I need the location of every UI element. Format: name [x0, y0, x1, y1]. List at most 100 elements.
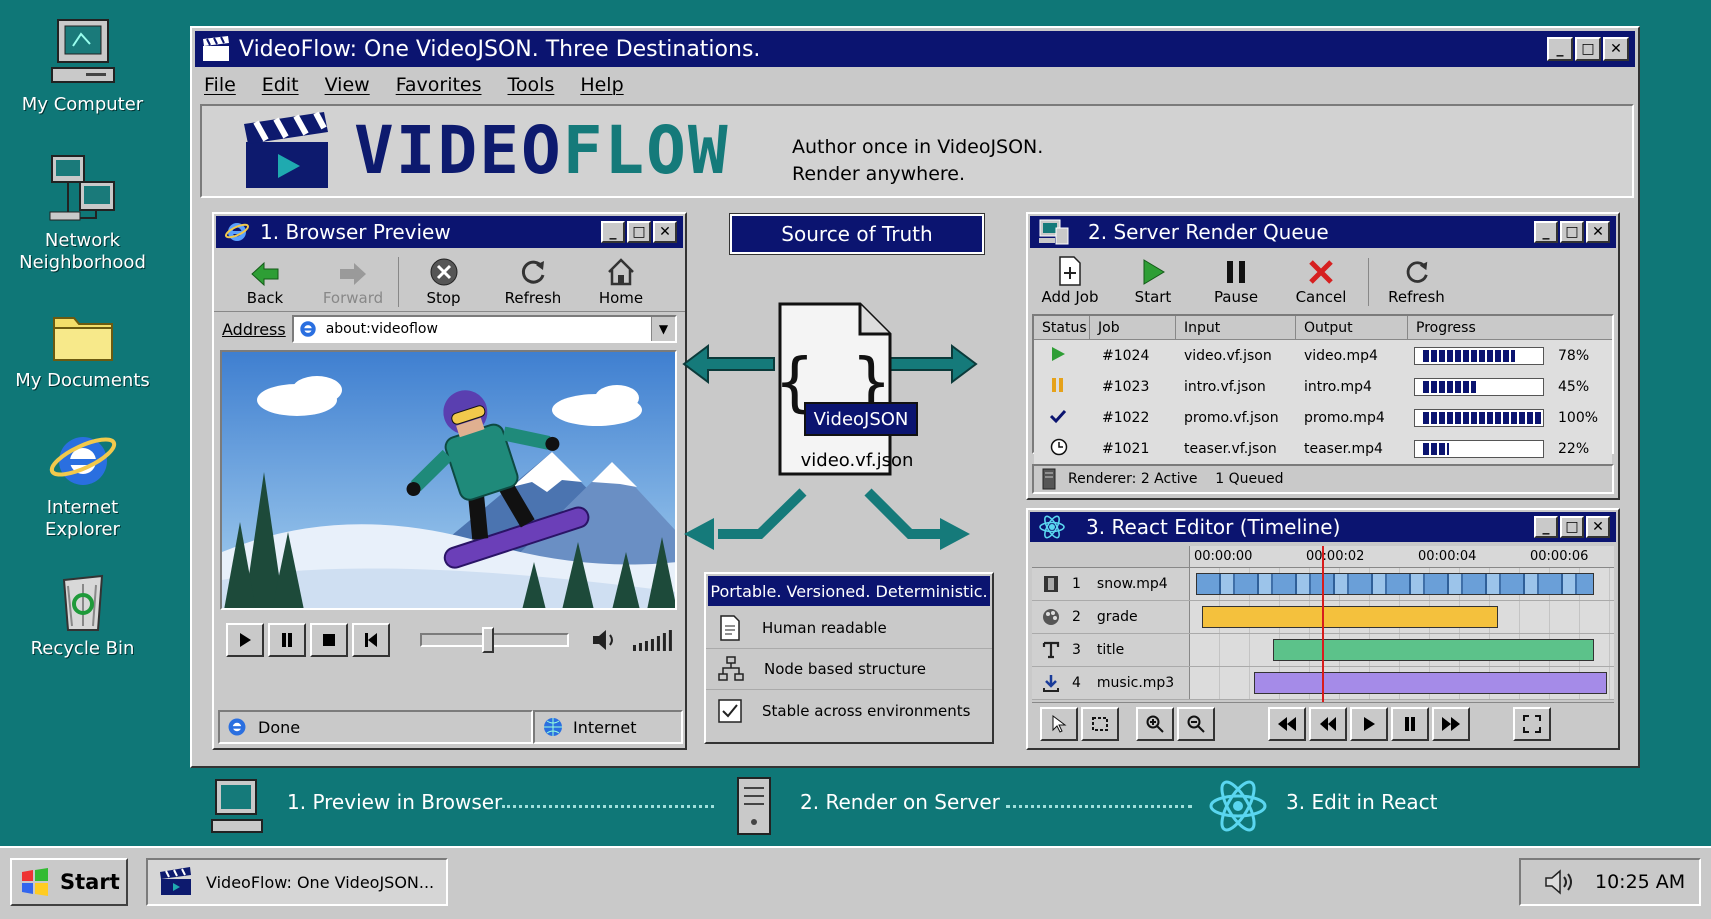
arrow-down-right-icon: [864, 488, 970, 550]
add-job-button[interactable]: Add Job: [1032, 256, 1108, 306]
close-button[interactable]: ✕: [1586, 221, 1610, 243]
timeline-clip[interactable]: [1202, 606, 1498, 628]
status-waiting-clock-icon: [1050, 438, 1068, 455]
rewind-icon: [1278, 716, 1296, 731]
editor-titlebar[interactable]: 3. React Editor (Timeline) _ □ ✕: [1030, 512, 1616, 542]
status-right: Internet: [533, 710, 683, 744]
fullscreen-button[interactable]: [1513, 706, 1551, 741]
refresh-icon: [521, 260, 545, 284]
play-icon: [239, 633, 251, 647]
desktop-icon-my-computer[interactable]: My Computer: [10, 16, 155, 116]
pause-button[interactable]: [267, 623, 306, 657]
pause-job-button[interactable]: Pause: [1198, 258, 1274, 306]
desktop-icon-internet-explorer[interactable]: Internet Explorer: [10, 425, 155, 541]
start-button[interactable]: Start: [10, 858, 128, 906]
clock[interactable]: 10:25 AM: [1595, 871, 1685, 893]
menu-edit[interactable]: Edit: [262, 74, 299, 96]
timeline-pause-button[interactable]: [1391, 706, 1429, 741]
marquee-tool-button[interactable]: [1081, 706, 1119, 741]
forward-button[interactable]: Forward: [308, 261, 398, 307]
maximize-button[interactable]: □: [1575, 37, 1601, 61]
step-back-button[interactable]: [1309, 706, 1347, 741]
track-label: 1 snow.mp4: [1032, 568, 1190, 600]
select-tool-button[interactable]: [1040, 706, 1078, 741]
clapperboard-logo-icon: [244, 111, 328, 188]
menu-favorites[interactable]: Favorites: [396, 74, 482, 96]
address-dropdown-button[interactable]: ▼: [651, 317, 675, 341]
taskbar-task-videoflow[interactable]: VideoFlow: One VideoJSON...: [146, 858, 448, 906]
fullscreen-icon: [1523, 714, 1541, 733]
progress-fill: [1423, 411, 1541, 424]
server-computer-icon: [1039, 219, 1069, 245]
minimize-button[interactable]: _: [1547, 37, 1573, 61]
start-job-button[interactable]: Start: [1108, 258, 1198, 306]
address-input[interactable]: about:videoflow ▼: [291, 315, 677, 343]
back-button[interactable]: Back: [222, 261, 308, 307]
cancel-job-button[interactable]: Cancel: [1274, 258, 1368, 306]
skip-back-button[interactable]: [351, 623, 390, 657]
speaker-icon[interactable]: [591, 627, 619, 653]
queue-titlebar[interactable]: 2. Server Render Queue _ □ ✕: [1030, 216, 1616, 248]
timeline: 00:00:00 00:00:02 00:00:04 00:00:06 1 snow.m…: [1032, 546, 1614, 702]
progress-bar: [1414, 408, 1544, 427]
menu-view[interactable]: View: [325, 74, 370, 96]
ie-page-icon: [300, 321, 316, 337]
play-button[interactable]: [226, 623, 264, 657]
close-button[interactable]: ✕: [1603, 37, 1629, 61]
desktop-icon-network[interactable]: Network Neighborhood: [10, 152, 155, 274]
refresh-button[interactable]: Refresh: [488, 257, 578, 307]
maximize-button[interactable]: □: [1560, 221, 1584, 243]
maximize-button[interactable]: □: [627, 221, 651, 243]
table-row[interactable]: #1022 promo.vf.json promo.mp4 100%: [1034, 402, 1612, 433]
table-row[interactable]: #1023 intro.vf.json intro.mp4 45%: [1034, 371, 1612, 402]
home-button[interactable]: Home: [578, 257, 664, 307]
desktop-icon-label: Network Neighborhood: [19, 230, 146, 273]
track-lane: [1190, 601, 1614, 633]
table-row[interactable]: #1021 teaser.vf.json teaser.mp4 22%: [1034, 433, 1612, 464]
table-row[interactable]: #1024 video.vf.json video.mp4 78%: [1034, 340, 1612, 371]
step-render-server: 2. Render on Server: [800, 790, 1000, 814]
back-arrow-icon: [251, 261, 279, 287]
maximize-button[interactable]: □: [1560, 516, 1584, 538]
timeline-clip[interactable]: [1254, 672, 1607, 694]
zoom-out-button[interactable]: [1177, 706, 1215, 741]
progress-label: 100%: [1558, 409, 1599, 426]
rewind-button[interactable]: [1268, 706, 1306, 741]
menu-file[interactable]: File: [204, 74, 236, 96]
menu-help[interactable]: Help: [580, 74, 623, 96]
close-button[interactable]: ✕: [1586, 516, 1610, 538]
browser-title: 1. Browser Preview: [260, 220, 451, 244]
col-input[interactable]: Input: [1176, 316, 1296, 340]
zoom-in-icon: [1146, 715, 1164, 733]
slider-thumb[interactable]: [481, 627, 494, 653]
react-editor-window: 3. React Editor (Timeline) _ □ ✕ 00:00:0…: [1026, 508, 1620, 750]
desktop-icon-label: Internet Explorer: [45, 497, 120, 540]
playhead[interactable]: [1322, 546, 1324, 702]
col-job[interactable]: Job: [1090, 316, 1176, 340]
browser-titlebar[interactable]: 1. Browser Preview _ □ ✕: [216, 216, 683, 248]
col-output[interactable]: Output: [1296, 316, 1408, 340]
desktop-icon-recycle-bin[interactable]: Recycle Bin: [10, 568, 155, 660]
close-button[interactable]: ✕: [653, 221, 677, 243]
speaker-icon[interactable]: [1543, 868, 1577, 896]
refresh-queue-button[interactable]: Refresh: [1368, 258, 1464, 306]
minimize-button[interactable]: _: [601, 221, 625, 243]
main-titlebar[interactable]: VideoFlow: One VideoJSON. Three Destinat…: [195, 31, 1635, 67]
desktop-icon-my-documents[interactable]: My Documents: [10, 306, 155, 392]
progress-bar: [1414, 346, 1544, 365]
add-file-icon: [1059, 256, 1081, 286]
stop-button[interactable]: Stop: [398, 257, 488, 307]
address-bar: Address about:videoflow ▼: [214, 312, 685, 346]
fast-forward-button[interactable]: [1432, 706, 1470, 741]
seek-slider[interactable]: [419, 627, 570, 653]
col-status[interactable]: Status: [1034, 316, 1090, 340]
minimize-button[interactable]: _: [1534, 221, 1558, 243]
menu-tools[interactable]: Tools: [508, 74, 555, 96]
timeline-clip[interactable]: [1196, 573, 1594, 595]
timeline-play-button[interactable]: [1350, 706, 1388, 741]
minimize-button[interactable]: _: [1534, 516, 1558, 538]
track-lane: [1190, 568, 1614, 600]
zoom-in-button[interactable]: [1136, 706, 1174, 741]
col-progress[interactable]: Progress: [1408, 316, 1612, 340]
stop-playback-button[interactable]: [309, 623, 348, 657]
